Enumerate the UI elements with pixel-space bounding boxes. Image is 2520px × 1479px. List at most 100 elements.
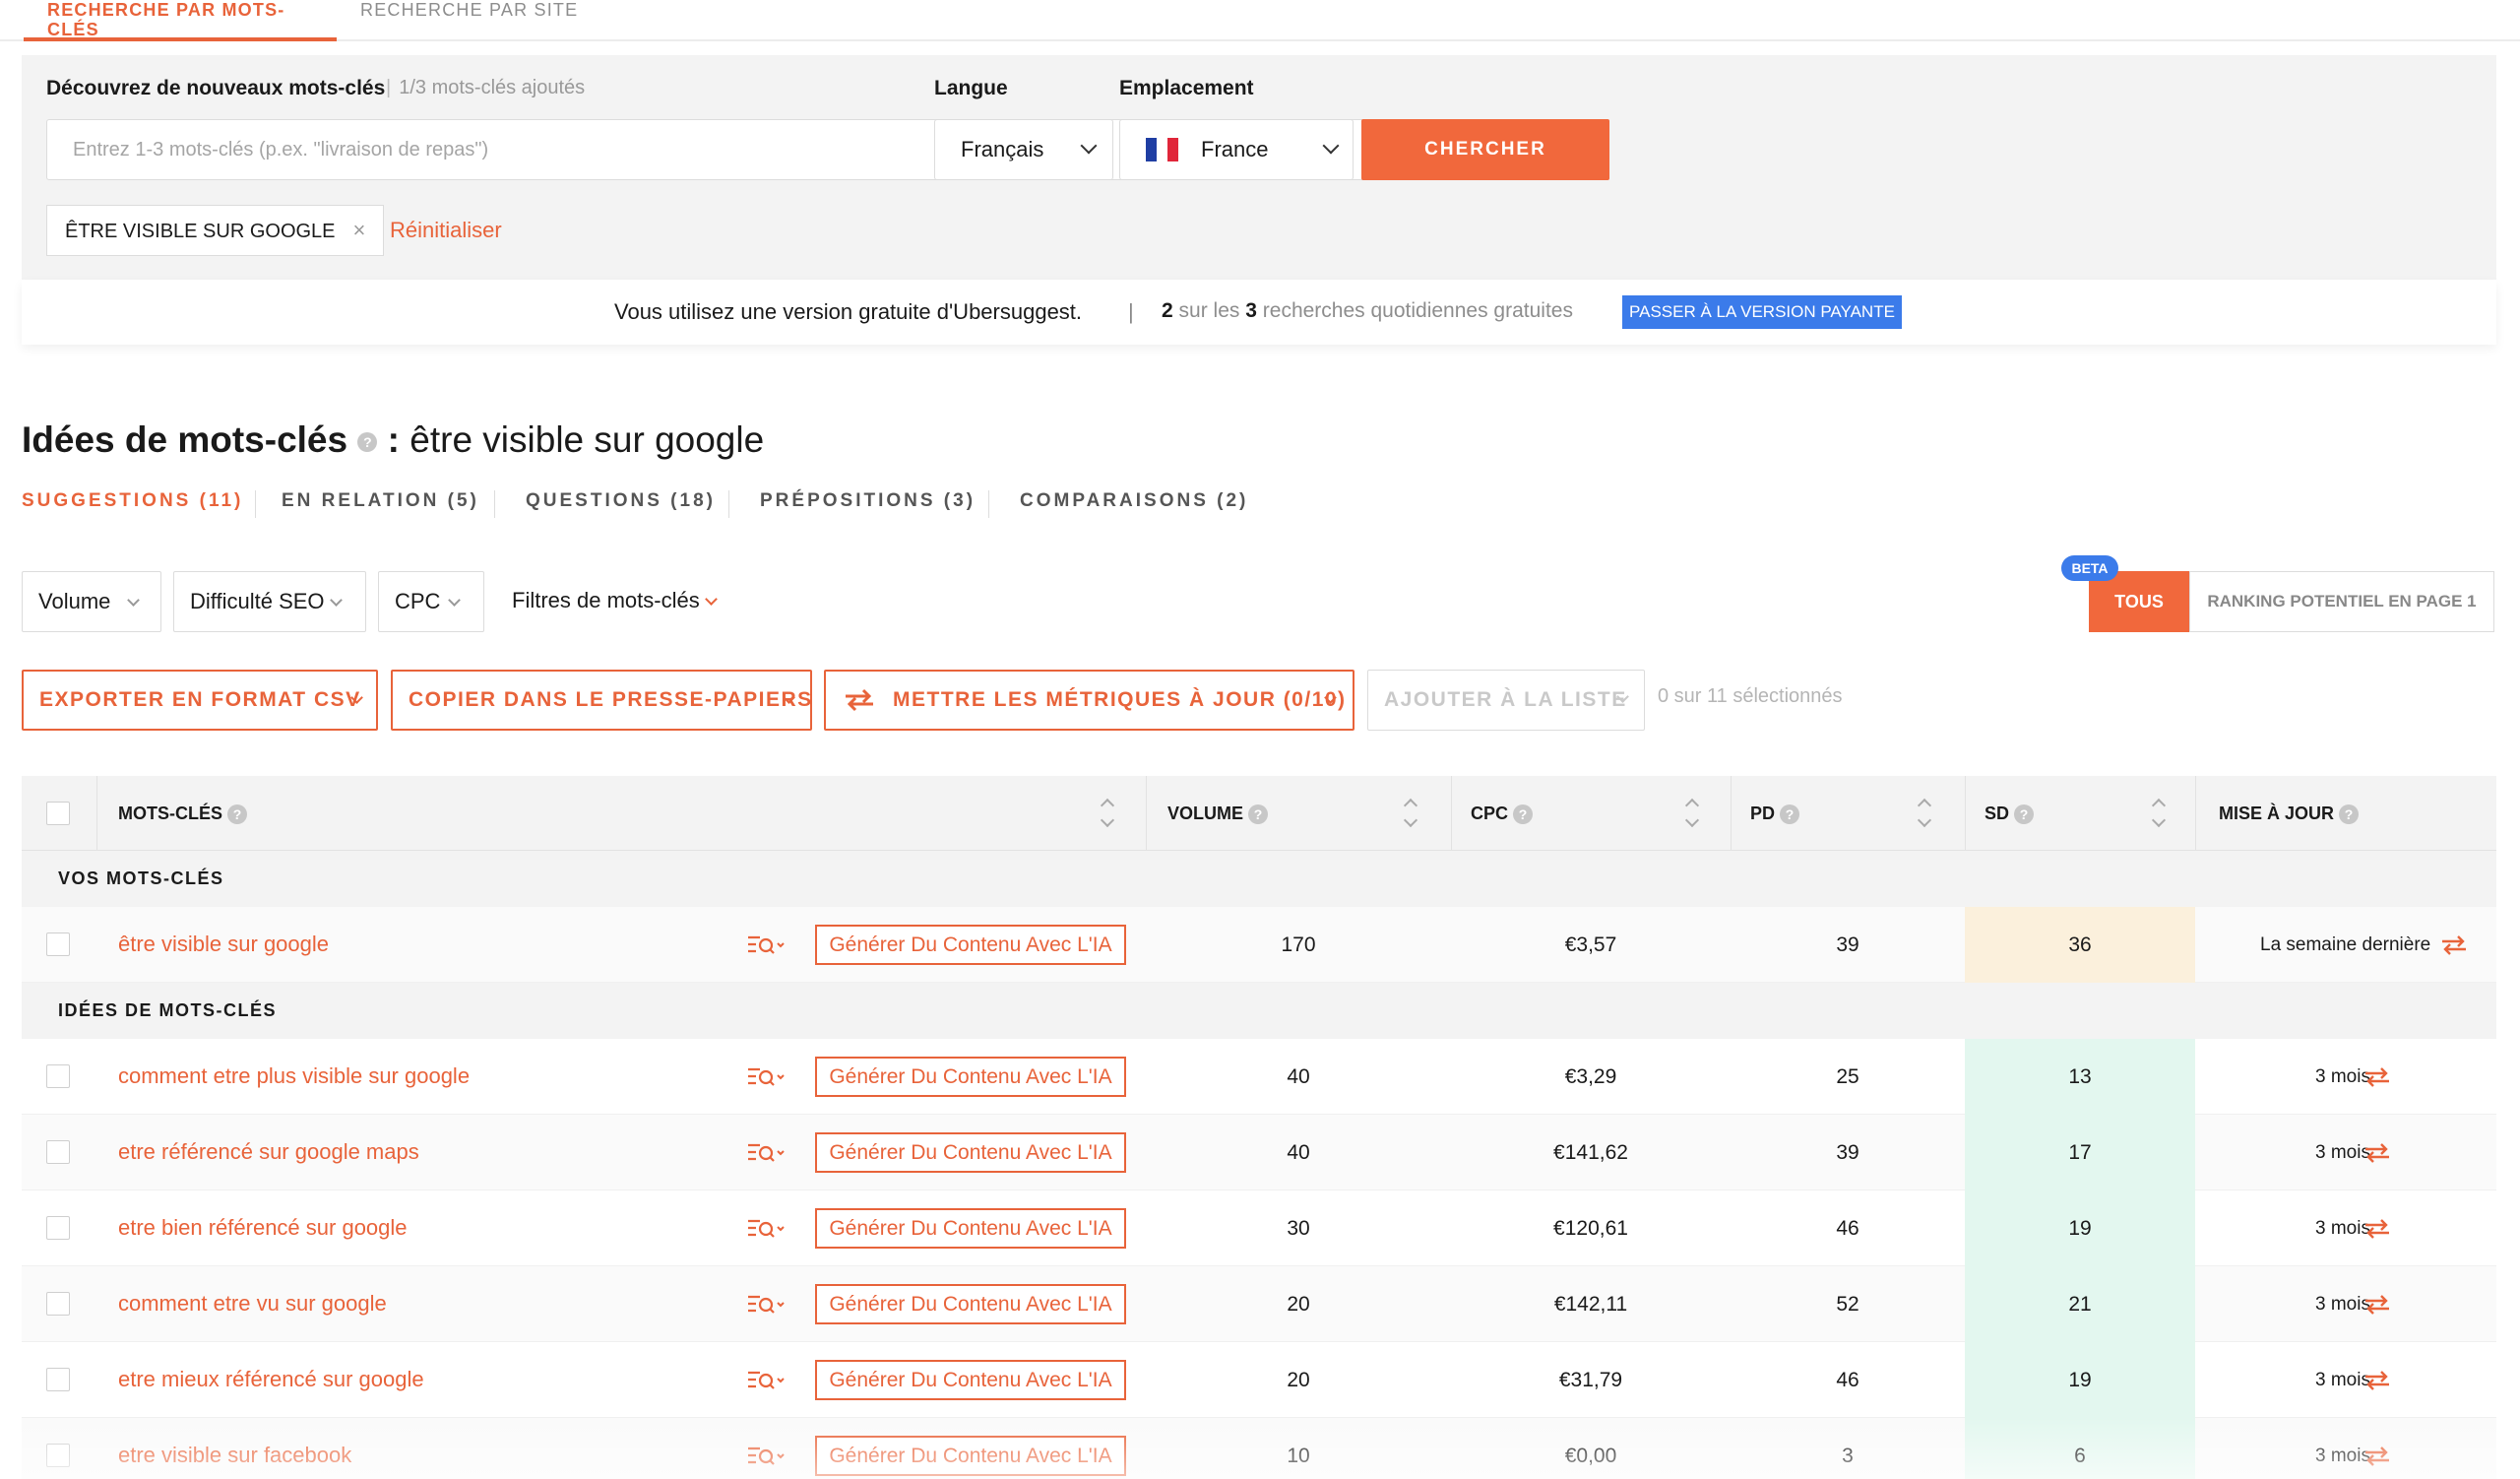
keyword-link[interactable]: etre mieux référencé sur google [118, 1367, 424, 1392]
volume-cell: 40 [1287, 1141, 1310, 1164]
question-icon[interactable]: ? [357, 432, 378, 453]
keyword-link[interactable]: comment etre plus visible sur google [118, 1063, 470, 1089]
tab-questions[interactable]: QUESTIONS (18) [526, 490, 716, 512]
keywords-table: MOTS-CLÉS ? VOLUME ? CPC ? PD ? SD ? MIS… [22, 776, 2496, 1479]
sort-icon[interactable] [1918, 798, 1931, 829]
search-list-icon[interactable] [746, 1368, 786, 1393]
row-checkbox[interactable] [46, 1216, 70, 1240]
generate-ai-content-button[interactable]: Générer Du Contenu Avec L'IA [815, 925, 1126, 965]
free-version-bar: Vous utilisez une version gratuite d'Ube… [22, 280, 2496, 345]
tab-site-search[interactable]: RECHERCHE PAR SITE [360, 0, 578, 41]
search-mode-tabs: RECHERCHE PAR MOTS-CLÉS RECHERCHE PAR SI… [0, 0, 2520, 41]
location-select[interactable]: France [1119, 119, 1354, 180]
updated-cell: 3 mois [2315, 1218, 2370, 1239]
keyword-link[interactable]: etre bien référencé sur google [118, 1215, 408, 1241]
cpc-cell: €142,11 [1553, 1293, 1628, 1316]
question-icon[interactable]: ? [2014, 804, 2035, 825]
updated-cell: 3 mois [2315, 1066, 2370, 1087]
refresh-icon[interactable] [2362, 1064, 2392, 1090]
ranking-potential-toggle[interactable]: RANKING POTENTIEL EN PAGE 1 [2189, 571, 2494, 632]
keyword-filters-dropdown[interactable]: Filtres de mots-clés [512, 571, 748, 632]
cpc-filter[interactable]: CPC [378, 571, 484, 632]
row-checkbox[interactable] [46, 1368, 70, 1391]
generate-ai-content-button[interactable]: Générer Du Contenu Avec L'IA [815, 1284, 1126, 1324]
tab-keyword-search[interactable]: RECHERCHE PAR MOTS-CLÉS [24, 0, 337, 41]
close-icon[interactable]: × [353, 218, 366, 242]
header-sd[interactable]: SD ? [1984, 776, 2035, 851]
search-list-icon[interactable] [746, 1216, 786, 1242]
search-list-icon[interactable] [746, 1444, 786, 1469]
search-list-icon[interactable] [746, 1292, 786, 1318]
row-checkbox[interactable] [46, 1140, 70, 1164]
question-icon[interactable]: ? [1248, 804, 1269, 825]
sort-icon[interactable] [1685, 798, 1699, 829]
tab-comparisons[interactable]: COMPARAISONS (2) [1020, 490, 1248, 512]
header-cpc[interactable]: CPC ? [1471, 776, 1534, 851]
row-checkbox[interactable] [46, 1064, 70, 1088]
language-label: Langue [934, 77, 1008, 99]
chevron-down-icon [1322, 137, 1340, 155]
refresh-icon[interactable] [2362, 1140, 2392, 1166]
generate-ai-content-button[interactable]: Générer Du Contenu Avec L'IA [815, 1057, 1126, 1097]
row-checkbox[interactable] [46, 1292, 70, 1316]
question-icon[interactable]: ? [227, 804, 248, 825]
update-metrics-button[interactable]: METTRE LES MÉTRIQUES À JOUR (0/10) [824, 670, 1354, 731]
copy-clipboard-button[interactable]: COPIER DANS LE PRESSE-PAPIERS [391, 670, 812, 731]
sd-cell: 6 [1965, 1418, 2195, 1479]
select-all-checkbox[interactable] [46, 802, 70, 825]
refresh-icon[interactable] [2362, 1368, 2392, 1393]
volume-filter[interactable]: Volume [22, 571, 161, 632]
refresh-icon[interactable] [2362, 1444, 2392, 1469]
sort-icon[interactable] [2152, 798, 2166, 829]
tab-prepositions[interactable]: PRÉPOSITIONS (3) [760, 490, 976, 512]
language-select[interactable]: Français [934, 119, 1113, 180]
refresh-icon [846, 688, 873, 712]
refresh-icon[interactable] [2362, 1292, 2392, 1318]
cpc-cell: €31,79 [1558, 1369, 1623, 1391]
tab-related[interactable]: EN RELATION (5) [282, 490, 479, 512]
sd-cell: 17 [1965, 1115, 2195, 1190]
france-flag-icon [1146, 138, 1178, 161]
search-panel: Découvrez de nouveaux mots-clés | 1/3 mot… [22, 55, 2496, 280]
pd-cell: 39 [1836, 933, 1859, 956]
question-icon[interactable]: ? [1780, 804, 1800, 825]
pd-cell: 46 [1836, 1369, 1859, 1391]
row-checkbox[interactable] [46, 932, 70, 956]
table-header: MOTS-CLÉS ? VOLUME ? CPC ? PD ? SD ? MIS… [22, 776, 2496, 851]
generate-ai-content-button[interactable]: Générer Du Contenu Avec L'IA [815, 1360, 1126, 1400]
add-to-list-button[interactable]: AJOUTER À LA LISTE [1367, 670, 1645, 731]
seo-difficulty-filter[interactable]: Difficulté SEO [173, 571, 366, 632]
search-button[interactable]: CHERCHER [1361, 119, 1609, 180]
search-list-icon[interactable] [746, 1140, 786, 1166]
search-list-icon[interactable] [746, 932, 786, 958]
export-csv-button[interactable]: EXPORTER EN FORMAT CSV [22, 670, 378, 731]
question-icon[interactable]: ? [1513, 804, 1534, 825]
header-volume[interactable]: VOLUME ? [1167, 776, 1269, 851]
keyword-link[interactable]: être visible sur google [118, 932, 329, 957]
sort-icon[interactable] [1404, 798, 1418, 829]
question-icon[interactable]: ? [2339, 804, 2360, 825]
tab-suggestions[interactable]: SUGGESTIONS (11) [22, 490, 243, 512]
updated-cell: 3 mois [2315, 1446, 2370, 1466]
row-checkbox[interactable] [46, 1444, 70, 1467]
generate-ai-content-button[interactable]: Générer Du Contenu Avec L'IA [815, 1132, 1126, 1173]
location-value: France [1201, 137, 1269, 161]
generate-ai-content-button[interactable]: Générer Du Contenu Avec L'IA [815, 1208, 1126, 1249]
pd-cell: 39 [1836, 1141, 1859, 1164]
search-list-icon[interactable] [746, 1064, 786, 1090]
cpc-cell: €141,62 [1553, 1141, 1628, 1164]
header-last-update[interactable]: MISE À JOUR ? [2219, 776, 2360, 851]
generate-ai-content-button[interactable]: Générer Du Contenu Avec L'IA [815, 1436, 1126, 1476]
upgrade-button[interactable]: PASSER À LA VERSION PAYANTE [1622, 295, 1902, 329]
reset-link[interactable]: Réinitialiser [390, 218, 502, 243]
sd-cell: 36 [1965, 907, 2195, 983]
keyword-link[interactable]: comment etre vu sur google [118, 1291, 387, 1317]
sort-icon[interactable] [1101, 798, 1114, 829]
header-pd[interactable]: PD ? [1750, 776, 1800, 851]
keyword-link[interactable]: etre visible sur facebook [118, 1443, 351, 1468]
keyword-link[interactable]: etre référencé sur google maps [118, 1139, 419, 1165]
free-version-separator: | [1128, 299, 1134, 324]
refresh-icon[interactable] [2362, 1216, 2392, 1242]
refresh-icon[interactable] [2439, 932, 2469, 958]
header-keywords[interactable]: MOTS-CLÉS ? [118, 776, 248, 851]
